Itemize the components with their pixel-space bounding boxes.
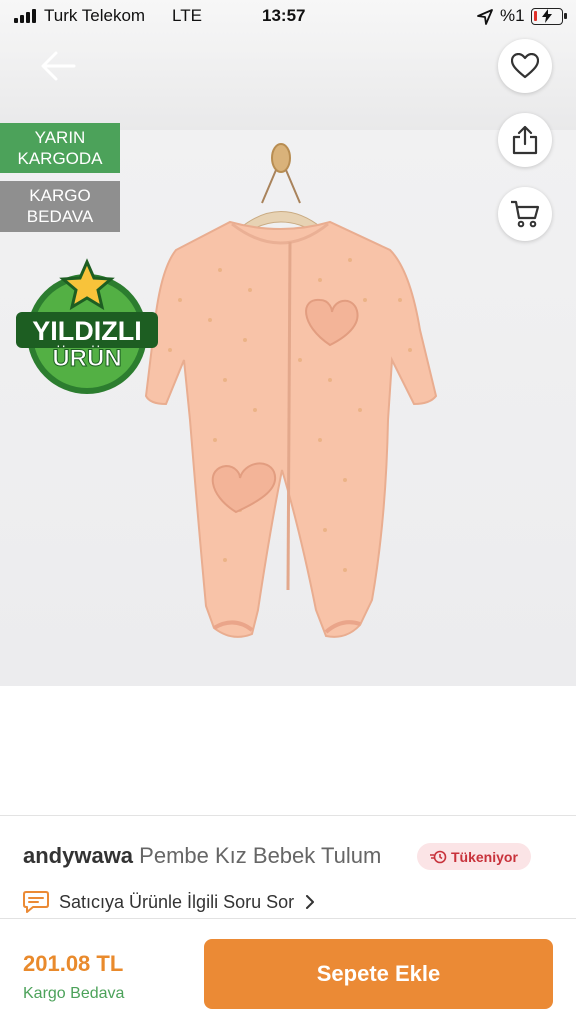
heart-icon <box>511 53 539 79</box>
badge-fast-line1: YARIN <box>34 128 86 147</box>
free-shipping-badge: KARGO BEDAVA <box>0 181 120 232</box>
chevron-right-icon <box>306 895 315 909</box>
low-stock-badge: Tükeniyor <box>417 843 531 870</box>
location-arrow-icon <box>477 9 493 25</box>
network-label: LTE <box>172 6 202 25</box>
badge-fast-line2: KARGODA <box>17 149 103 168</box>
badge-free-line2: BEDAVA <box>26 207 94 226</box>
ask-seller-label: Satıcıya Ürünle İlgili Soru Sor <box>59 891 295 912</box>
signal-icon <box>14 9 38 23</box>
carrier-label: Turk Telekom <box>44 6 146 25</box>
star-badge-line1: YILDIZLI <box>32 316 142 346</box>
battery-icon <box>531 8 567 25</box>
cart-button[interactable] <box>498 187 552 241</box>
share-button[interactable] <box>498 113 552 167</box>
clock-icon <box>430 850 447 863</box>
image-pager-area <box>0 686 576 816</box>
back-arrow-icon <box>41 51 76 81</box>
price-label: 201.08 TL <box>23 951 124 976</box>
chat-icon <box>23 891 49 913</box>
brand-name[interactable]: andywawa <box>23 843 133 868</box>
product-title: andywawa Pembe Kız Bebek Tulum <box>23 843 381 869</box>
favorite-button[interactable] <box>498 39 552 93</box>
charging-bolt-icon <box>542 9 552 23</box>
clock-label: 13:57 <box>262 6 306 25</box>
ask-seller-link[interactable]: Satıcıya Ürünle İlgili Soru Sor <box>23 887 363 917</box>
add-to-cart-button[interactable]: Sepete Ekle <box>204 939 553 1009</box>
battery-percent-label: %1 <box>500 6 525 25</box>
starred-product-badge: YILDIZLI ÜRÜN <box>16 258 158 394</box>
share-icon <box>512 125 538 155</box>
status-bar: Turk Telekom LTE 13:57 %1 <box>0 0 576 34</box>
low-stock-label: Tükeniyor <box>451 848 518 865</box>
purchase-bar: 201.08 TL Kargo Bedava Sepete Ekle <box>0 918 576 1024</box>
cart-icon <box>511 200 540 228</box>
product-name: Pembe Kız Bebek Tulum <box>139 843 382 868</box>
badge-free-line1: KARGO <box>29 186 91 205</box>
next-day-shipping-badge: YARIN KARGODA <box>0 123 120 173</box>
back-button[interactable] <box>34 42 82 90</box>
free-shipping-label: Kargo Bedava <box>23 985 125 1002</box>
star-badge-line2: ÜRÜN <box>52 345 121 372</box>
